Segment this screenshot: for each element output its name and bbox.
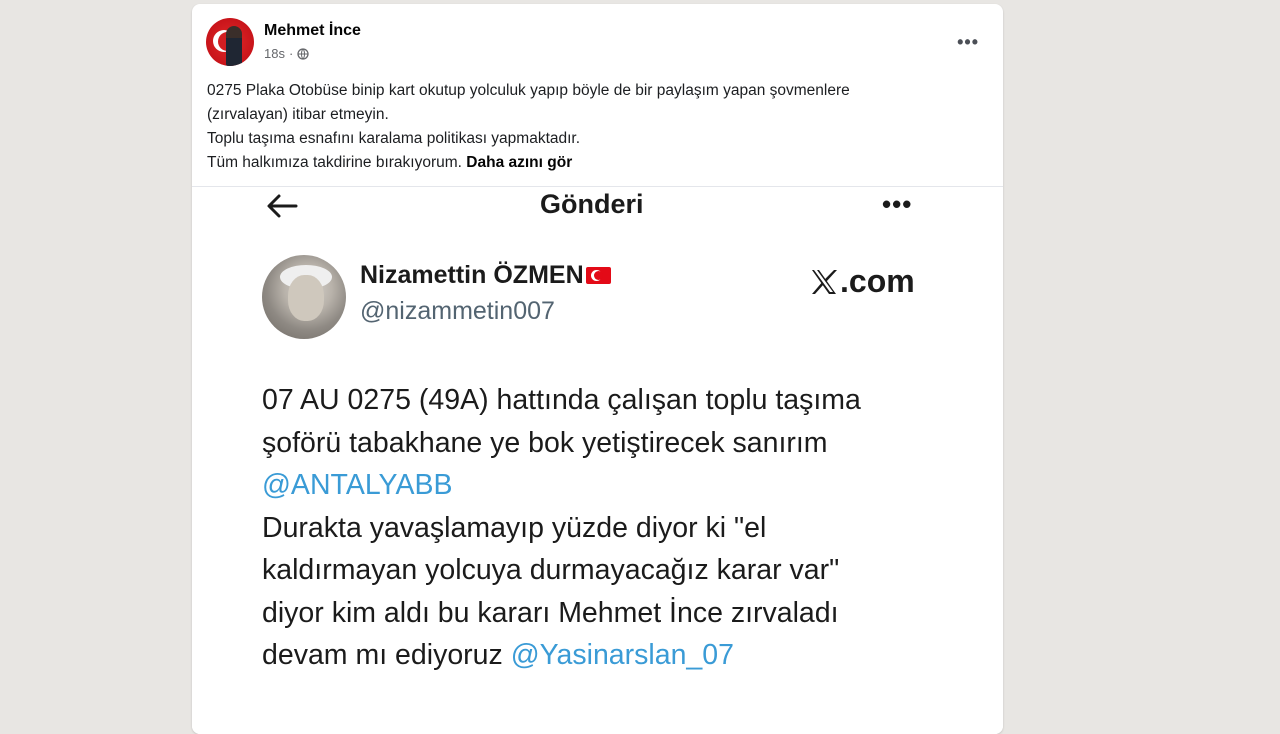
author-avatar[interactable] <box>206 18 254 66</box>
post-text: 0275 Plaka Otobüse binip kart okutup yol… <box>207 79 987 175</box>
tweet-line-last: devam mı ediyoruz @Yasinarslan_07 <box>262 634 982 677</box>
post-time[interactable]: 18s <box>264 46 285 61</box>
tweet-author-handle: @nizammetin007 <box>360 297 555 325</box>
facebook-post-card: Mehmet İnce 18s · ••• 0275 Plaka Otobüse… <box>192 4 1003 734</box>
post-text-line: Tüm halkımıza takdirine bırakıyorum. <box>207 154 462 171</box>
post-header: Mehmet İnce 18s · ••• <box>206 18 989 70</box>
x-logo-icon <box>812 269 837 294</box>
post-text-line: (zırvalayan) itibar etmeyin. <box>207 106 389 123</box>
tweet-line: Durakta yavaşlamayıp yüzde diyor ki "el <box>262 511 767 544</box>
x-com-watermark: .com <box>809 263 915 300</box>
turkey-flag-icon <box>585 267 611 284</box>
tweet-line: kaldırmayan yolcuya durmayacağız karar v… <box>262 554 840 586</box>
embedded-tweet-screenshot[interactable]: Gönderi ••• Nizamettin ÖZMEN @nizammetin… <box>192 187 1003 734</box>
back-arrow-icon <box>267 194 298 218</box>
globe-icon <box>297 47 309 60</box>
tweet-line: şoförü tabakhane ye bok yetiştirecek san… <box>262 426 828 459</box>
post-options-button[interactable]: ••• <box>957 32 979 53</box>
see-less-link[interactable]: Daha azını gör <box>466 154 572 171</box>
screenshot-title: Gönderi <box>540 189 644 219</box>
tweet-line: devam mı ediyoruz <box>262 639 511 671</box>
meta-separator: · <box>288 46 294 61</box>
x-com-text: .com <box>840 263 915 299</box>
post-text-line-last: Tüm halkımıza takdirine bırakıyorum. Dah… <box>207 151 987 175</box>
tweet-mention-yasinarslan: @Yasinarslan_07 <box>510 639 734 671</box>
tweet-mention-antalyabb: @ANTALYABB <box>262 469 453 501</box>
tweet-author-avatar <box>262 255 346 339</box>
screenshot-more-icon: ••• <box>882 189 913 219</box>
post-meta: 18s · <box>264 46 309 61</box>
tweet-body: 07 AU 0275 (49A) hattında çalışan toplu … <box>262 379 982 677</box>
author-name[interactable]: Mehmet İnce <box>264 22 361 40</box>
post-text-line: Toplu taşıma esnafını karalama politikas… <box>207 130 581 147</box>
tweet-author-name-row: Nizamettin ÖZMEN <box>360 261 611 290</box>
post-text-line: 0275 Plaka Otobüse binip kart okutup yol… <box>207 82 850 99</box>
tweet-line: 07 AU 0275 (49A) hattında çalışan toplu … <box>262 384 861 416</box>
tweet-line: diyor kim aldı bu kararı Mehmet İnce zır… <box>262 596 839 629</box>
avatar-face <box>288 275 324 321</box>
tweet-author-name: Nizamettin ÖZMEN <box>360 261 584 289</box>
person-silhouette <box>226 26 242 66</box>
